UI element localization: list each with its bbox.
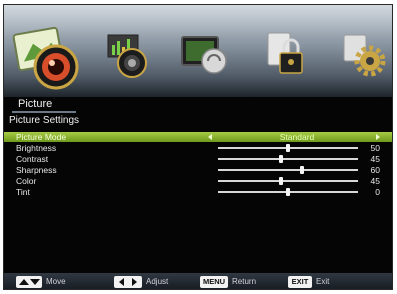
down-arrow-icon xyxy=(30,279,40,285)
tint-label: Tint xyxy=(16,187,30,197)
color-value: 45 xyxy=(370,176,380,186)
menu-icon-bar xyxy=(4,5,392,97)
right-arrow-icon xyxy=(132,278,137,286)
arrow-left-icon[interactable] xyxy=(208,134,212,140)
left-arrow-icon xyxy=(119,278,124,286)
return-hint: Return xyxy=(232,277,257,286)
screen-setup-icon[interactable] xyxy=(180,33,228,77)
sharpness-slider[interactable] xyxy=(218,166,358,174)
brightness-row[interactable]: Brightness 50 xyxy=(4,143,392,153)
sound-speaker-icon[interactable] xyxy=(104,33,150,79)
contrast-slider[interactable] xyxy=(218,155,358,163)
lock-icon[interactable] xyxy=(266,31,306,77)
sharpness-row[interactable]: Sharpness 60 xyxy=(4,165,392,175)
left-right-key xyxy=(114,276,142,288)
arrow-right-icon[interactable] xyxy=(376,134,380,140)
contrast-slider-knob[interactable] xyxy=(279,155,283,163)
color-row[interactable]: Color 45 xyxy=(4,176,392,186)
picture-mode-value: Standard xyxy=(279,132,315,142)
exit-key: EXIT xyxy=(288,276,312,288)
up-arrow-icon xyxy=(19,279,29,285)
brightness-slider[interactable] xyxy=(218,144,358,152)
tint-row[interactable]: Tint 0 xyxy=(4,187,392,197)
picture-camera-icon[interactable] xyxy=(12,23,84,91)
picture-mode-label: Picture Mode xyxy=(16,132,67,142)
tv-menu-screen: Picture Picture Settings Picture Mode St… xyxy=(3,4,393,290)
brightness-label: Brightness xyxy=(16,143,57,153)
help-bar: Move Adjust MENU Return EXIT Exit xyxy=(4,273,392,289)
settings-gear-icon[interactable] xyxy=(342,33,386,77)
section-title: Picture Settings xyxy=(9,115,80,126)
category-title: Picture xyxy=(18,98,53,110)
color-slider-knob[interactable] xyxy=(279,177,283,185)
contrast-value: 45 xyxy=(370,154,380,164)
menu-key: MENU xyxy=(200,276,228,288)
adjust-hint: Adjust xyxy=(146,277,169,286)
category-underline xyxy=(12,111,76,113)
move-hint: Move xyxy=(46,277,66,286)
tint-slider-knob[interactable] xyxy=(286,188,290,196)
brightness-slider-knob[interactable] xyxy=(286,144,290,152)
tint-value: 0 xyxy=(375,187,380,197)
up-down-key xyxy=(16,276,42,288)
exit-hint: Exit xyxy=(316,277,330,286)
sharpness-slider-knob[interactable] xyxy=(300,166,304,174)
contrast-label: Contrast xyxy=(16,154,49,164)
color-label: Color xyxy=(16,176,37,186)
picture-mode-row[interactable]: Picture Mode Standard xyxy=(4,132,392,142)
contrast-row[interactable]: Contrast 45 xyxy=(4,154,392,164)
brightness-value: 50 xyxy=(370,143,380,153)
color-slider[interactable] xyxy=(218,177,358,185)
sharpness-label: Sharpness xyxy=(16,165,57,175)
settings-list: Picture Mode Standard Brightness 50 Cont… xyxy=(4,132,392,198)
tint-slider[interactable] xyxy=(218,188,358,196)
sharpness-value: 60 xyxy=(370,165,380,175)
